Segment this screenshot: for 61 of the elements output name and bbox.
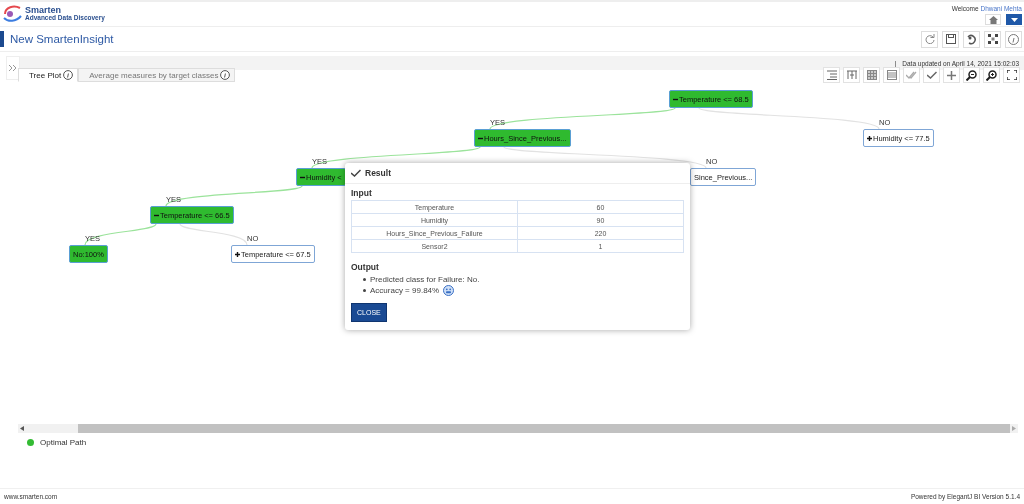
grid-button[interactable] [984,30,1001,48]
grid-icon [987,34,998,44]
output-text: Accuracy = 99.84% [370,286,440,295]
check-icon [351,169,361,177]
logo-icon [2,4,24,24]
table-button[interactable] [863,67,880,83]
collapse-icon[interactable] [673,96,678,102]
page-title: New SmartenInsight [10,33,115,45]
triangle-icon [1012,426,1016,431]
columns-button[interactable] [883,67,900,83]
columns-icon [886,70,897,80]
logo-title: Smarten [25,6,61,16]
output-text: Predicted class for Failure: No. [370,275,480,284]
collapse-icon[interactable] [478,135,483,141]
refresh-icon [924,34,935,44]
zoom-in-icon [986,69,997,81]
save-button[interactable] [942,30,959,48]
tab[interactable]: Average measures by target classes [78,68,236,82]
plus-icon [947,70,956,80]
double-check-button[interactable] [903,67,920,83]
zoom-in-button[interactable] [983,67,1000,83]
triangle-icon [20,426,24,431]
check-icon [926,71,937,79]
zoom-out-button[interactable] [963,67,980,83]
history-button[interactable] [963,30,980,48]
scroll-left-icon[interactable] [18,426,26,431]
info-icon [63,70,74,80]
expand-icon[interactable] [235,251,240,257]
fullscreen-button[interactable] [1003,67,1020,83]
collapse-icon[interactable] [154,212,159,218]
fullscreen-icon [1006,70,1017,80]
list-button[interactable] [823,67,840,83]
plus-button[interactable] [943,67,960,83]
legend-label: Optimal Path [40,438,87,447]
home-icon [988,15,998,24]
tab[interactable]: Tree Plot [18,68,79,82]
info-icon [1008,33,1019,45]
collapse-icon[interactable] [300,174,305,180]
double-check-icon [906,71,917,79]
hierarchy-button[interactable] [843,67,860,83]
info-icon [220,70,231,80]
check-button[interactable] [923,67,940,83]
expand-panel-button[interactable] [6,56,20,80]
section-heading: Input [351,188,373,198]
hierarchy-icon [846,70,857,80]
history-icon [966,33,977,45]
face-icon [443,285,455,296]
table-icon [866,70,877,80]
section-heading: Output [351,262,380,272]
zoom-out-icon [966,69,977,81]
dialog-title: Result [365,168,391,178]
tree-edge [179,223,248,246]
save-icon [945,34,956,44]
scrollbar-thumb[interactable] [78,424,1010,433]
home-button[interactable] [985,14,1001,25]
double-chevron-icon [9,65,17,71]
expand-icon[interactable] [867,135,872,141]
dropdown-button[interactable] [1006,14,1022,25]
info-button[interactable] [1005,30,1022,48]
caret-icon [1010,17,1018,22]
list-icon [826,70,837,80]
